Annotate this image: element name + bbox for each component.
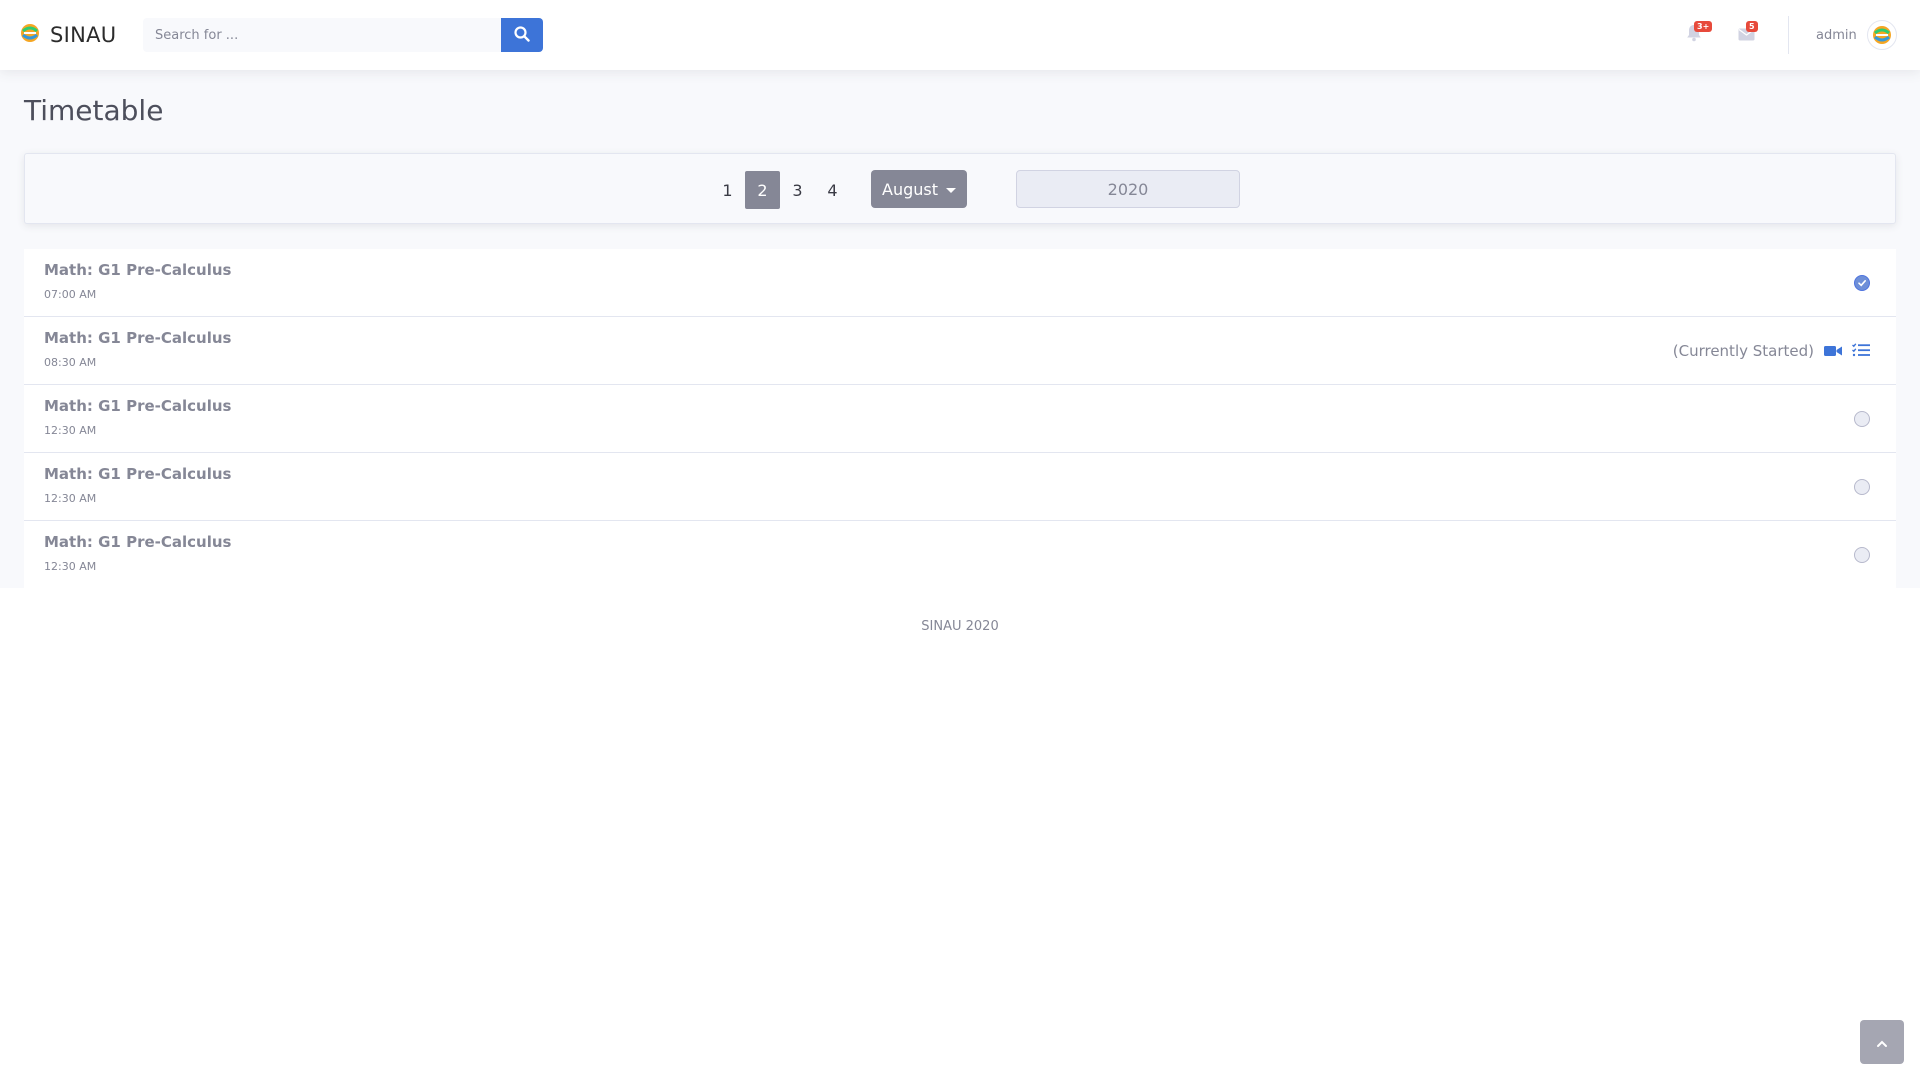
chevron-up-icon — [1876, 1033, 1888, 1052]
month-label: August — [882, 179, 938, 199]
scroll-to-top-button[interactable] — [1860, 1020, 1904, 1064]
brand-name: SINAU — [50, 23, 117, 47]
schedule-item[interactable]: Math: G1 Pre-Calculus 12:30 AM — [24, 521, 1896, 589]
search-icon — [514, 25, 530, 45]
schedule-item-title: Math: G1 Pre-Calculus — [44, 397, 232, 415]
schedule-item[interactable]: Math: G1 Pre-Calculus 07:00 AM — [24, 249, 1896, 317]
alerts-badge: 3+ — [1694, 21, 1713, 32]
schedule-item[interactable]: Math: G1 Pre-Calculus 12:30 AM — [24, 385, 1896, 453]
schedule-item[interactable]: Math: G1 Pre-Calculus 12:30 AM — [24, 453, 1896, 521]
caret-down-icon — [946, 187, 956, 193]
alerts-button[interactable]: 3+ — [1683, 21, 1713, 46]
video-icon[interactable] — [1824, 342, 1842, 361]
pending-check[interactable] — [1854, 547, 1870, 563]
brand[interactable]: SINAU — [20, 20, 116, 50]
week-page-2[interactable]: 2 — [745, 171, 780, 209]
week-page-4[interactable]: 4 — [815, 171, 850, 209]
schedule-item-time: 12:30 AM — [44, 492, 97, 505]
user-name: admin — [1816, 27, 1857, 43]
timetable-filter-card: 1 2 3 4 August 2020 — [24, 153, 1896, 224]
topbar-divider — [1788, 16, 1789, 54]
schedule-item-title: Math: G1 Pre-Calculus — [44, 533, 232, 551]
logo-icon — [20, 23, 40, 47]
footer-text: SINAU 2020 — [921, 618, 999, 634]
schedule-item-time: 12:30 AM — [44, 560, 97, 573]
avatar — [1866, 20, 1897, 50]
schedule-item[interactable]: Math: G1 Pre-Calculus 08:30 AM (Currentl… — [24, 317, 1896, 385]
schedule-item-time: 12:30 AM — [44, 424, 97, 437]
year-field[interactable]: 2020 — [1016, 170, 1240, 208]
footer: SINAU 2020 — [0, 588, 1920, 664]
list-check-icon[interactable] — [1852, 342, 1870, 361]
search-button[interactable] — [501, 18, 543, 52]
search-input[interactable] — [143, 18, 501, 52]
status-text: (Currently Started) — [1672, 342, 1814, 360]
search-bar — [143, 18, 543, 52]
month-dropdown[interactable]: August — [871, 170, 967, 208]
week-pagination: 1 2 3 4 — [710, 171, 850, 209]
messages-badge: 5 — [1746, 21, 1758, 32]
user-menu[interactable]: admin — [1816, 20, 1897, 50]
schedule-item-title: Math: G1 Pre-Calculus — [44, 465, 232, 483]
pending-check[interactable] — [1854, 411, 1870, 427]
schedule-list: Math: G1 Pre-Calculus 07:00 AM Math: G1 … — [24, 249, 1896, 589]
messages-button[interactable]: 5 — [1735, 21, 1758, 46]
schedule-item-time: 07:00 AM — [44, 288, 97, 301]
schedule-item-title: Math: G1 Pre-Calculus — [44, 261, 232, 279]
schedule-item-time: 08:30 AM — [44, 356, 97, 369]
week-page-1[interactable]: 1 — [710, 171, 745, 209]
schedule-item-title: Math: G1 Pre-Calculus — [44, 329, 232, 347]
top-navbar: SINAU 3+ 5 — [0, 0, 1920, 70]
completed-check-icon[interactable] — [1854, 275, 1870, 291]
pending-check[interactable] — [1854, 479, 1870, 495]
week-page-3[interactable]: 3 — [780, 171, 815, 209]
page-title: Timetable — [24, 94, 164, 127]
